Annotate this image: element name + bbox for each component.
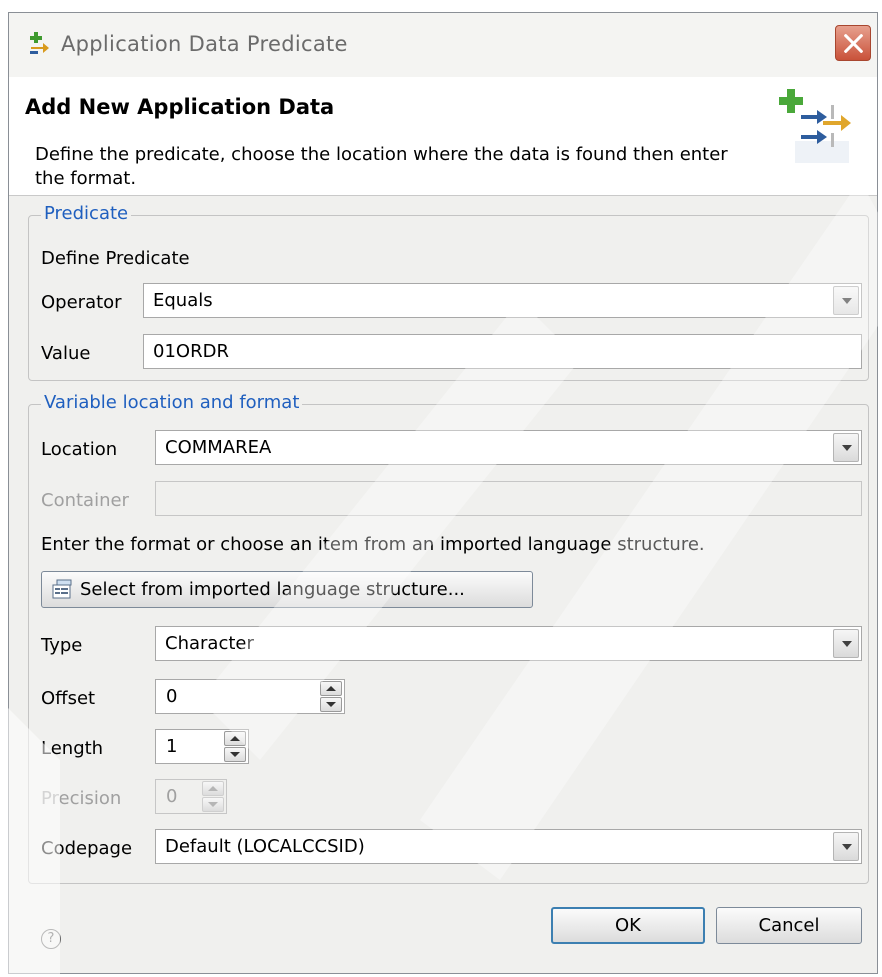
predicate-legend: Predicate <box>41 203 132 224</box>
dialog-banner: Add New Application Data Define the pred… <box>9 77 877 196</box>
codepage-label: Codepage <box>41 838 133 859</box>
variable-location-legend: Variable location and format <box>41 392 303 413</box>
predicate-group: Predicate Define Predicate Operator Equa… <box>28 203 869 381</box>
offset-label: Offset <box>41 688 96 709</box>
offset-spinner[interactable]: 0 <box>155 679 345 714</box>
add-data-wizard-icon <box>779 89 851 163</box>
spin-down-icon[interactable] <box>202 797 224 812</box>
operator-combo[interactable]: Equals <box>143 283 862 318</box>
precision-label: Precision <box>41 788 122 809</box>
spin-down-icon[interactable] <box>320 697 342 712</box>
type-combo[interactable]: Character <box>155 626 862 661</box>
chevron-down-icon[interactable] <box>833 629 859 658</box>
ok-button[interactable]: OK <box>551 907 705 944</box>
application-data-predicate-dialog: Application Data Predicate Add New Appli… <box>8 12 878 974</box>
predicate-icon <box>30 32 49 54</box>
select-language-structure-button[interactable]: Select from imported language structure.… <box>41 571 533 608</box>
precision-spin-buttons <box>202 781 224 812</box>
help-icon[interactable]: ? <box>41 929 61 949</box>
codepage-value: Default (LOCALCCSID) <box>165 836 365 857</box>
container-field[interactable] <box>155 481 862 516</box>
location-combo[interactable]: COMMAREA <box>155 430 862 465</box>
length-spin-buttons <box>224 731 246 762</box>
length-label: Length <box>41 738 104 759</box>
spin-up-icon[interactable] <box>320 681 342 696</box>
chevron-down-icon[interactable] <box>833 832 859 861</box>
value-field[interactable]: 01ORDR <box>143 334 862 369</box>
type-value: Character <box>165 633 254 654</box>
codepage-combo[interactable]: Default (LOCALCCSID) <box>155 829 862 864</box>
define-predicate-heading: Define Predicate <box>41 248 190 269</box>
spin-up-icon[interactable] <box>202 781 224 796</box>
type-label: Type <box>41 635 83 656</box>
precision-value: 0 <box>166 786 178 807</box>
close-button[interactable] <box>835 25 871 61</box>
title-bar[interactable]: Application Data Predicate <box>9 13 877 77</box>
offset-spin-buttons <box>320 681 342 712</box>
chevron-down-icon[interactable] <box>833 433 859 462</box>
spin-up-icon[interactable] <box>224 731 246 746</box>
language-structure-icon <box>52 579 72 599</box>
banner-description: Define the predicate, choose the locatio… <box>35 144 728 189</box>
select-button-label: Select from imported language structure.… <box>80 579 465 600</box>
variable-location-group: Variable location and format Location CO… <box>28 392 869 884</box>
banner-title: Add New Application Data <box>25 95 335 119</box>
value-label: Value <box>41 343 91 364</box>
window-title: Application Data Predicate <box>61 32 348 56</box>
location-label: Location <box>41 439 118 460</box>
precision-spinner[interactable]: 0 <box>155 779 227 814</box>
location-value: COMMAREA <box>165 437 272 458</box>
operator-label: Operator <box>41 292 122 313</box>
offset-value: 0 <box>166 686 178 707</box>
length-value: 1 <box>166 736 178 757</box>
operator-value: Equals <box>153 290 213 311</box>
format-instructions: Enter the format or choose an item from … <box>41 534 705 555</box>
cancel-button[interactable]: Cancel <box>716 907 862 944</box>
container-label: Container <box>41 490 129 511</box>
chevron-down-icon[interactable] <box>833 286 859 315</box>
length-spinner[interactable]: 1 <box>155 729 249 764</box>
spin-down-icon[interactable] <box>224 747 246 762</box>
